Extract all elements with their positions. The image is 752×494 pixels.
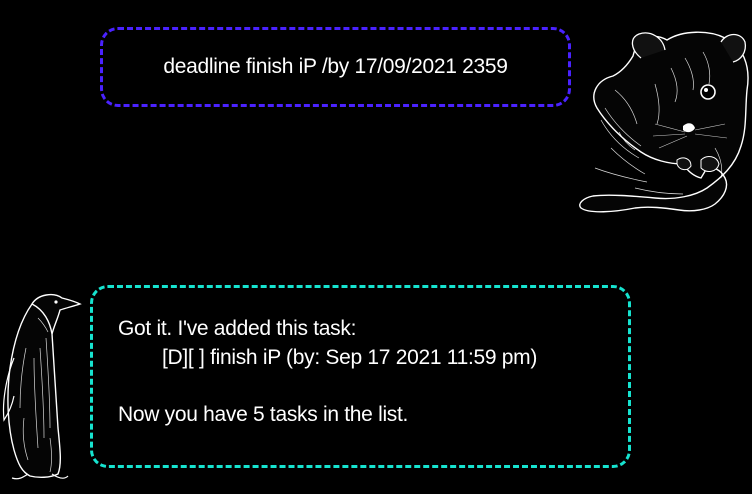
- bot-message-bubble: Got it. I've added this task: [D][ ] fin…: [90, 285, 631, 468]
- bot-message-task-line: [D][ ] finish iP (by: Sep 17 2021 11:59 …: [162, 346, 538, 369]
- bot-message-line-3: Now you have 5 tasks in the list.: [118, 403, 409, 426]
- hamster-icon: [579, 31, 749, 213]
- user-message-bubble: deadline finish iP /by 17/09/2021 2359: [100, 27, 571, 107]
- penguin-icon: [2, 293, 82, 480]
- bot-message-line-1: Got it. I've added this task:: [118, 317, 357, 340]
- hamster-avatar: [575, 28, 752, 220]
- penguin-avatar: [0, 288, 82, 480]
- user-message-text: deadline finish iP /by 17/09/2021 2359: [163, 55, 508, 78]
- bot-message-spacer: [118, 372, 628, 400]
